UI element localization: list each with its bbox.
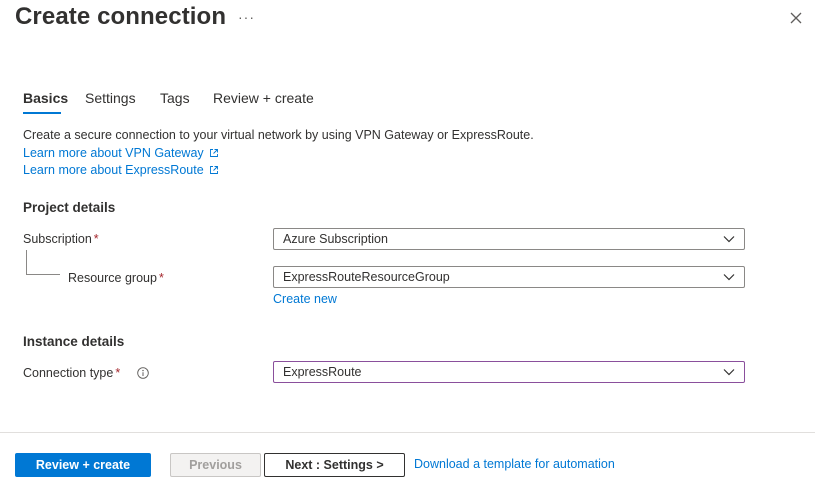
tab-tags[interactable]: Tags [160,90,190,106]
more-options-icon[interactable]: ··· [238,9,255,25]
chevron-down-icon [723,369,735,376]
review-create-button[interactable]: Review + create [15,453,151,477]
previous-button[interactable]: Previous [170,453,261,477]
page-title: Create connection [15,3,227,30]
subscription-label: Subscription * [23,232,99,246]
required-asterisk: * [115,366,121,380]
instance-details-heading: Instance details [23,334,125,349]
external-link-icon [209,166,218,174]
learn-more-vpn-label: Learn more about VPN Gateway [23,146,204,160]
connection-type-label: Connection type * [23,366,120,380]
info-icon[interactable] [137,367,149,379]
connection-type-label-text: Connection type [23,366,114,380]
resource-group-label: Resource group * [68,271,164,285]
footer-divider [0,432,815,433]
required-asterisk: * [158,271,164,285]
chevron-down-icon [723,236,735,243]
resource-group-dropdown[interactable]: ExpressRouteResourceGroup [273,266,745,288]
learn-more-vpn-link[interactable]: Learn more about VPN Gateway [23,146,219,160]
subscription-label-text: Subscription [23,232,92,246]
connection-type-dropdown[interactable]: ExpressRoute [273,361,745,383]
chevron-down-icon [723,274,735,281]
resource-group-value: ExpressRouteResourceGroup [283,270,450,284]
subscription-value: Azure Subscription [283,232,388,246]
tree-connector-horizontal [26,274,60,275]
description-text: Create a secure connection to your virtu… [23,128,534,142]
required-asterisk: * [93,232,99,246]
tab-settings[interactable]: Settings [85,90,136,106]
subscription-dropdown[interactable]: Azure Subscription [273,228,745,250]
learn-more-expressroute-link[interactable]: Learn more about ExpressRoute [23,163,219,177]
connection-type-value: ExpressRoute [283,365,362,379]
close-icon[interactable] [788,10,804,26]
create-new-link[interactable]: Create new [273,292,337,306]
next-settings-button[interactable]: Next : Settings > [264,453,405,477]
learn-more-expressroute-label: Learn more about ExpressRoute [23,163,204,177]
resource-group-label-text: Resource group [68,271,157,285]
tab-review-create[interactable]: Review + create [213,90,314,106]
download-template-link[interactable]: Download a template for automation [414,457,615,471]
project-details-heading: Project details [23,200,116,215]
tab-basics[interactable]: Basics [23,90,68,106]
external-link-icon [209,149,218,157]
selected-tab-indicator [23,112,61,114]
tree-connector-vertical [26,250,27,274]
